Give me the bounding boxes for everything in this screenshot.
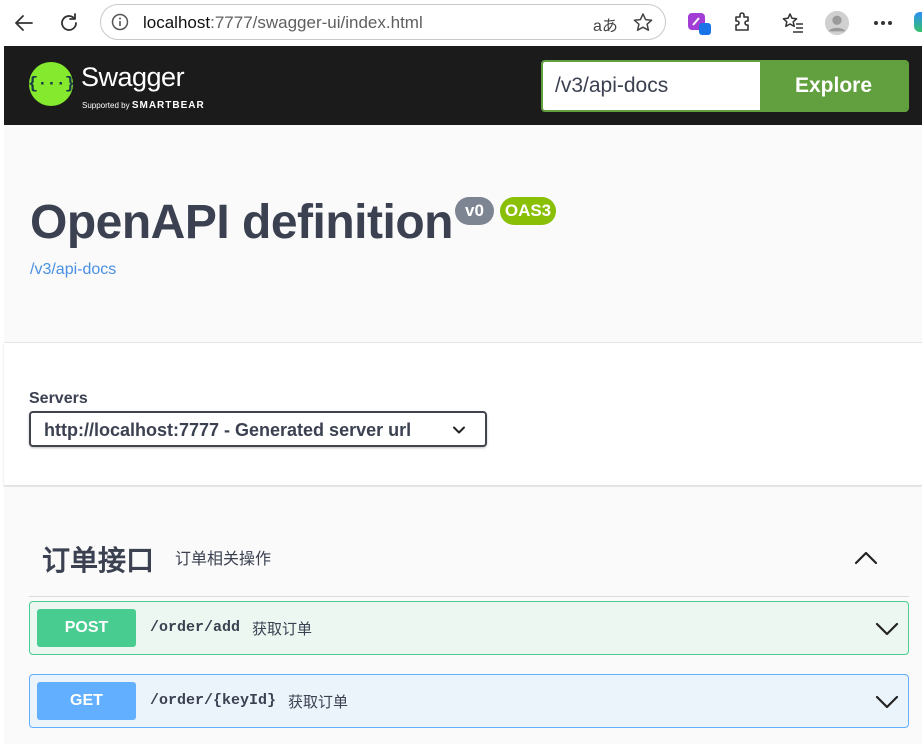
swagger-topbar: {···} Swagger Supported by SMARTBEAR Exp…	[4, 46, 922, 125]
page-title: OpenAPI definition	[30, 196, 453, 249]
servers-section: Servers http://localhost:7777 - Generate…	[4, 343, 922, 486]
servers-select[interactable]: http://localhost:7777 - Generated server…	[29, 411, 487, 447]
operations-section: 订单接口 订单相关操作 POST /order/add 获取订单 GET /or…	[4, 487, 922, 744]
favorites-list-icon[interactable]	[780, 10, 806, 36]
info-icon[interactable]	[111, 13, 129, 31]
smartbear-text: SMARTBEAR	[131, 100, 205, 111]
arrow-left-icon	[15, 15, 33, 31]
chevron-down-icon	[453, 426, 465, 434]
method-badge: POST	[37, 609, 136, 647]
url-host: localhost	[143, 13, 211, 32]
spec-url-input[interactable]	[543, 62, 760, 110]
favorite-star-icon[interactable]	[631, 11, 655, 35]
operation-post-order-add[interactable]: POST /order/add 获取订单	[29, 601, 909, 655]
refresh-icon	[61, 13, 77, 31]
swagger-logo-icon[interactable]: {···}	[28, 62, 75, 106]
api-info: OpenAPI definition v0 OAS3 /v3/api-docs	[4, 125, 922, 343]
swagger-brand-text: Swagger	[81, 62, 185, 92]
supported-by-text: Supported by SMARTBEAR	[82, 100, 205, 111]
operation-summary: 获取订单	[288, 694, 349, 711]
tag-header[interactable]: 订单接口 订单相关操作	[29, 525, 909, 597]
tag-description: 订单相关操作	[175, 551, 272, 568]
spec-link[interactable]: /v3/api-docs	[30, 261, 116, 279]
more-menu-icon[interactable]	[870, 10, 896, 36]
operation-summary: 获取订单	[252, 621, 313, 638]
chevron-down-icon[interactable]	[875, 617, 899, 641]
address-bar[interactable]: localhost:7777/swagger-ui/index.html aあ	[100, 4, 666, 40]
browser-toolbar: localhost:7777/swagger-ui/index.html aあ	[0, 0, 922, 46]
method-badge: GET	[37, 682, 136, 720]
url-text[interactable]: localhost:7777/swagger-ui/index.html	[143, 13, 423, 33]
back-button[interactable]	[8, 7, 40, 39]
servers-label: Servers	[29, 390, 88, 407]
url-path: :7777/swagger-ui/index.html	[210, 13, 423, 32]
extension-colorful-icon[interactable]	[686, 10, 712, 36]
translate-icon[interactable]: aあ	[593, 12, 618, 36]
operation-get-order-keyid[interactable]: GET /order/{keyId} 获取订单	[29, 674, 909, 728]
tag-name: 订单接口	[42, 545, 155, 576]
operation-path: /order/add	[150, 619, 241, 636]
edge-copilot-icon[interactable]	[914, 12, 922, 32]
operation-path: /order/{keyId}	[150, 692, 277, 709]
explore-button[interactable]: Explore	[760, 62, 907, 110]
explore-form: Explore	[541, 60, 909, 112]
version-badge: v0	[455, 197, 494, 225]
servers-selected-value: http://localhost:7777 - Generated server…	[44, 420, 412, 440]
extensions-puzzle-icon[interactable]	[730, 10, 756, 36]
refresh-button[interactable]	[53, 7, 85, 39]
oas-badge: OAS3	[500, 197, 556, 225]
chevron-down-icon[interactable]	[875, 690, 899, 714]
supported-prefix: Supported by	[82, 101, 132, 110]
profile-avatar-icon[interactable]	[824, 10, 850, 36]
chevron-up-icon[interactable]	[853, 545, 879, 571]
